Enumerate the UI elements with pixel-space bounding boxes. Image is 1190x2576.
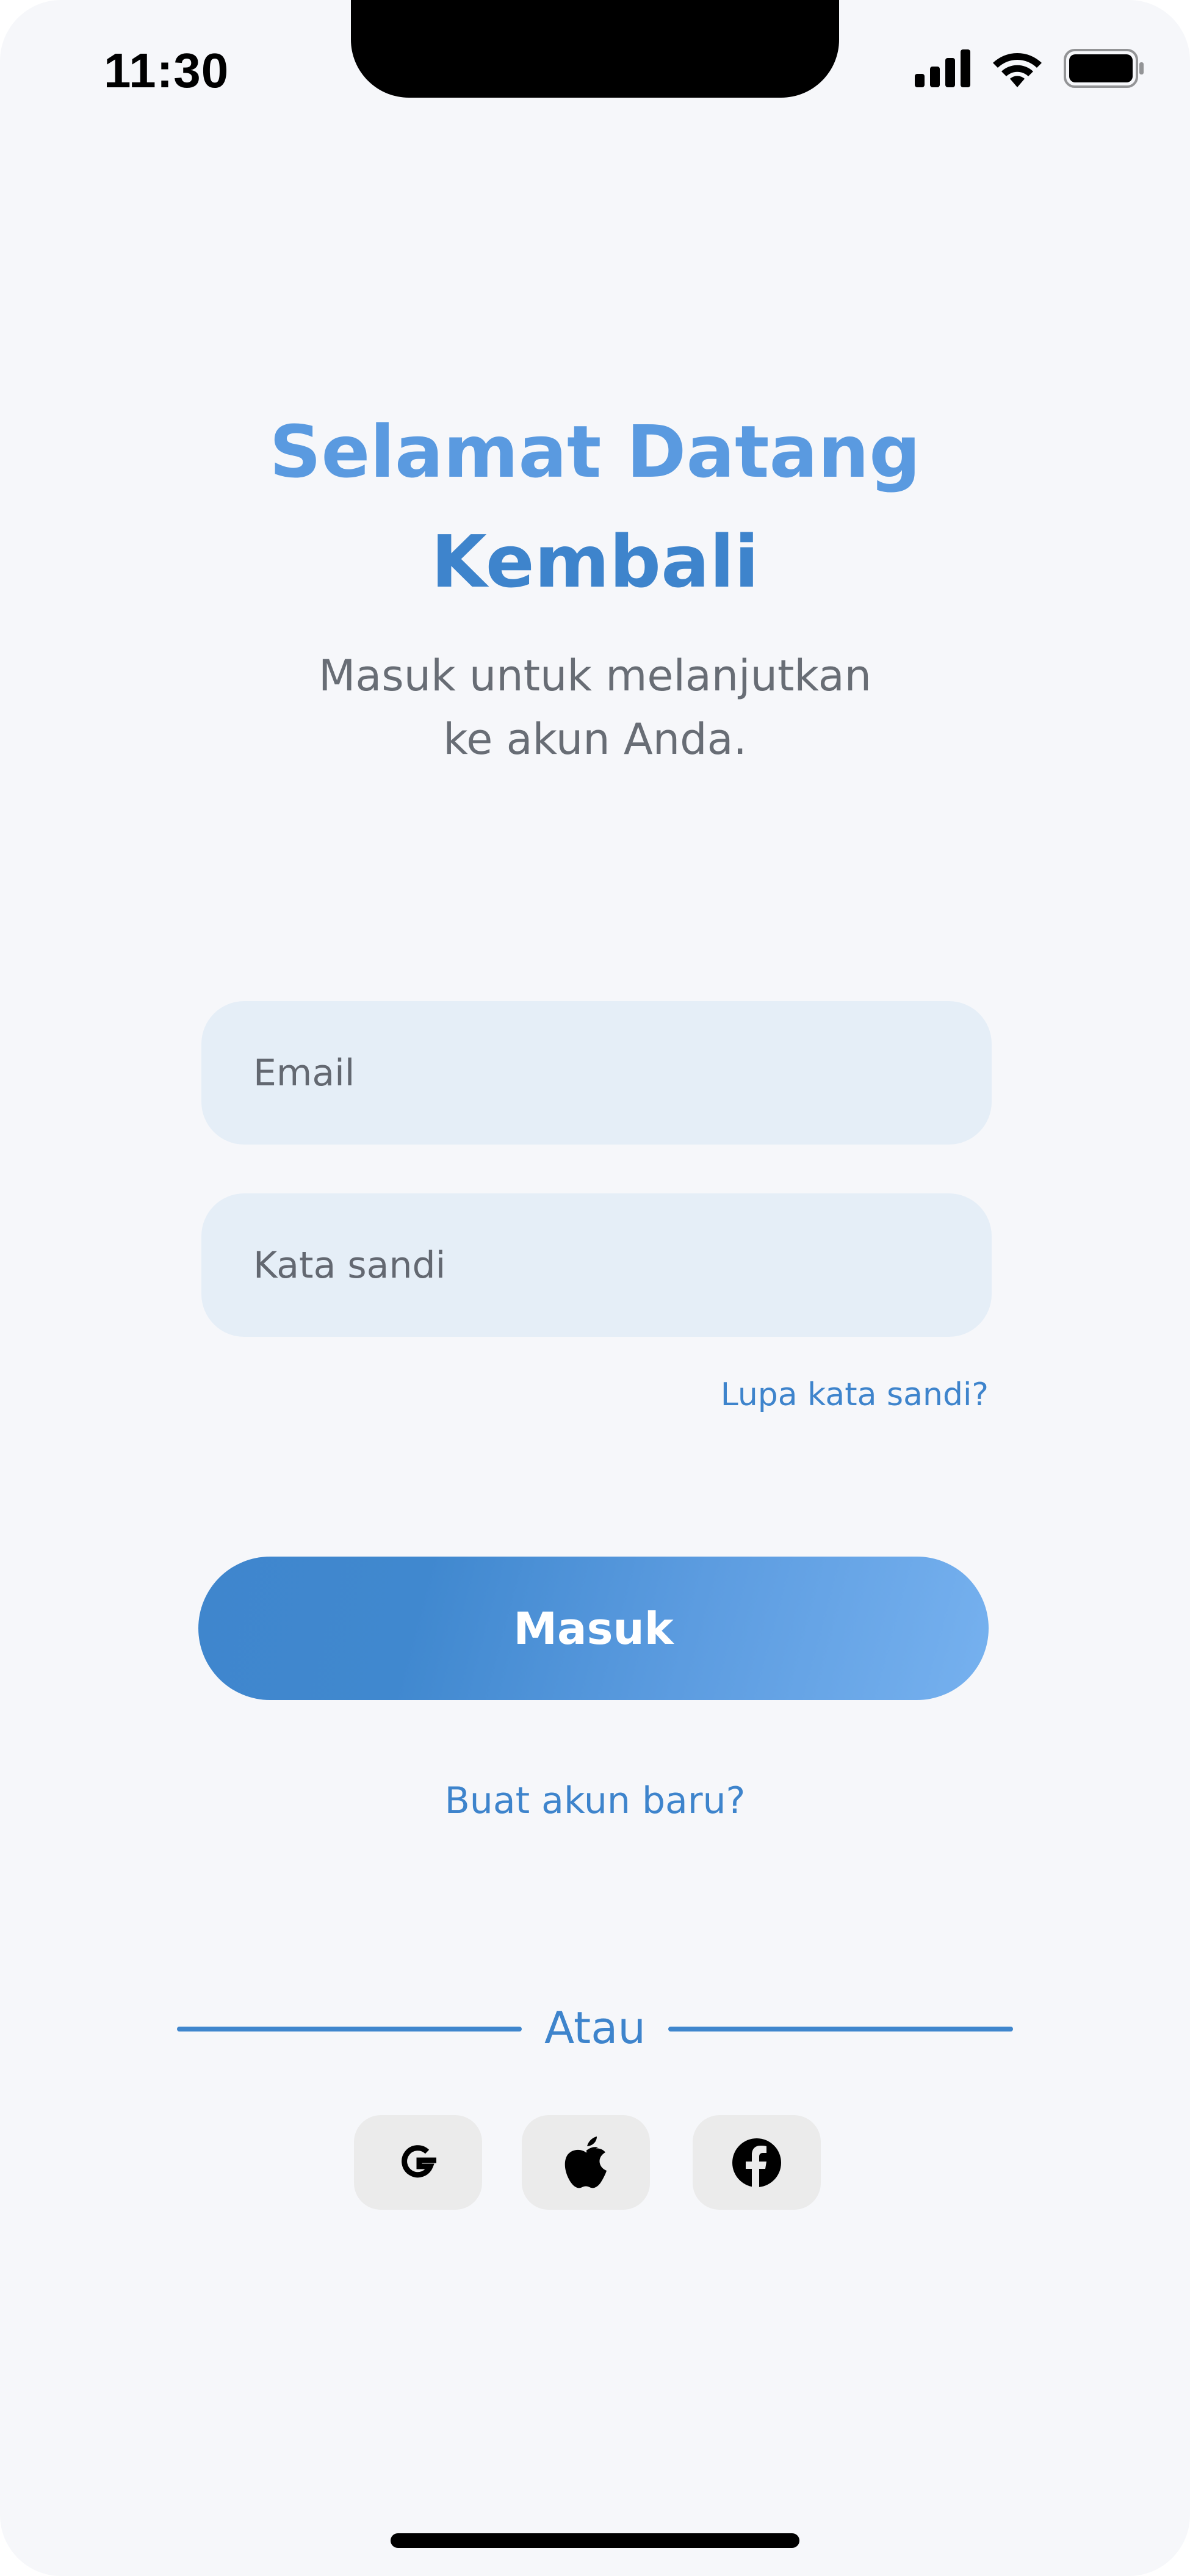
title-line-1: Selamat Datang (269, 410, 921, 494)
email-field-container (201, 1001, 992, 1145)
phone-screen: 11:30 Selamat Datang Kembali Masuk untuk… (0, 0, 1190, 2576)
forgot-password-link[interactable]: Lupa kata sandi? (721, 1377, 989, 1413)
status-icons (915, 49, 1144, 88)
divider-text: Atau (544, 2002, 646, 2053)
divider-right (668, 2027, 1013, 2031)
password-field-container (201, 1193, 992, 1337)
facebook-login-button[interactable] (693, 2115, 821, 2210)
subtitle-line-1: Masuk untuk melanjutkan (318, 651, 872, 701)
wifi-icon (993, 53, 1042, 87)
subtitle-line-2: ke akun Anda. (443, 714, 747, 764)
battery-icon (1064, 49, 1144, 88)
facebook-icon (732, 2138, 781, 2188)
create-account-row: Buat akun baru? (0, 1779, 1190, 1822)
divider-left (177, 2027, 522, 2031)
page-subtitle: Masuk untuk melanjutkan ke akun Anda. (0, 644, 1190, 771)
home-indicator[interactable] (391, 2533, 799, 2548)
apple-login-button[interactable] (522, 2115, 650, 2210)
signal-icon (915, 49, 970, 87)
email-field[interactable] (201, 1001, 992, 1145)
apple-icon (564, 2136, 607, 2188)
password-field[interactable] (201, 1193, 992, 1337)
notch (351, 0, 839, 98)
page-title: Selamat Datang Kembali (0, 397, 1190, 617)
create-account-link[interactable]: Buat akun baru? (445, 1779, 746, 1822)
title-line-2: Kembali (431, 519, 759, 604)
google-login-button[interactable] (354, 2115, 482, 2210)
google-icon (402, 2144, 436, 2177)
login-button[interactable]: Masuk (198, 1557, 989, 1700)
status-time: 11:30 (104, 43, 229, 98)
